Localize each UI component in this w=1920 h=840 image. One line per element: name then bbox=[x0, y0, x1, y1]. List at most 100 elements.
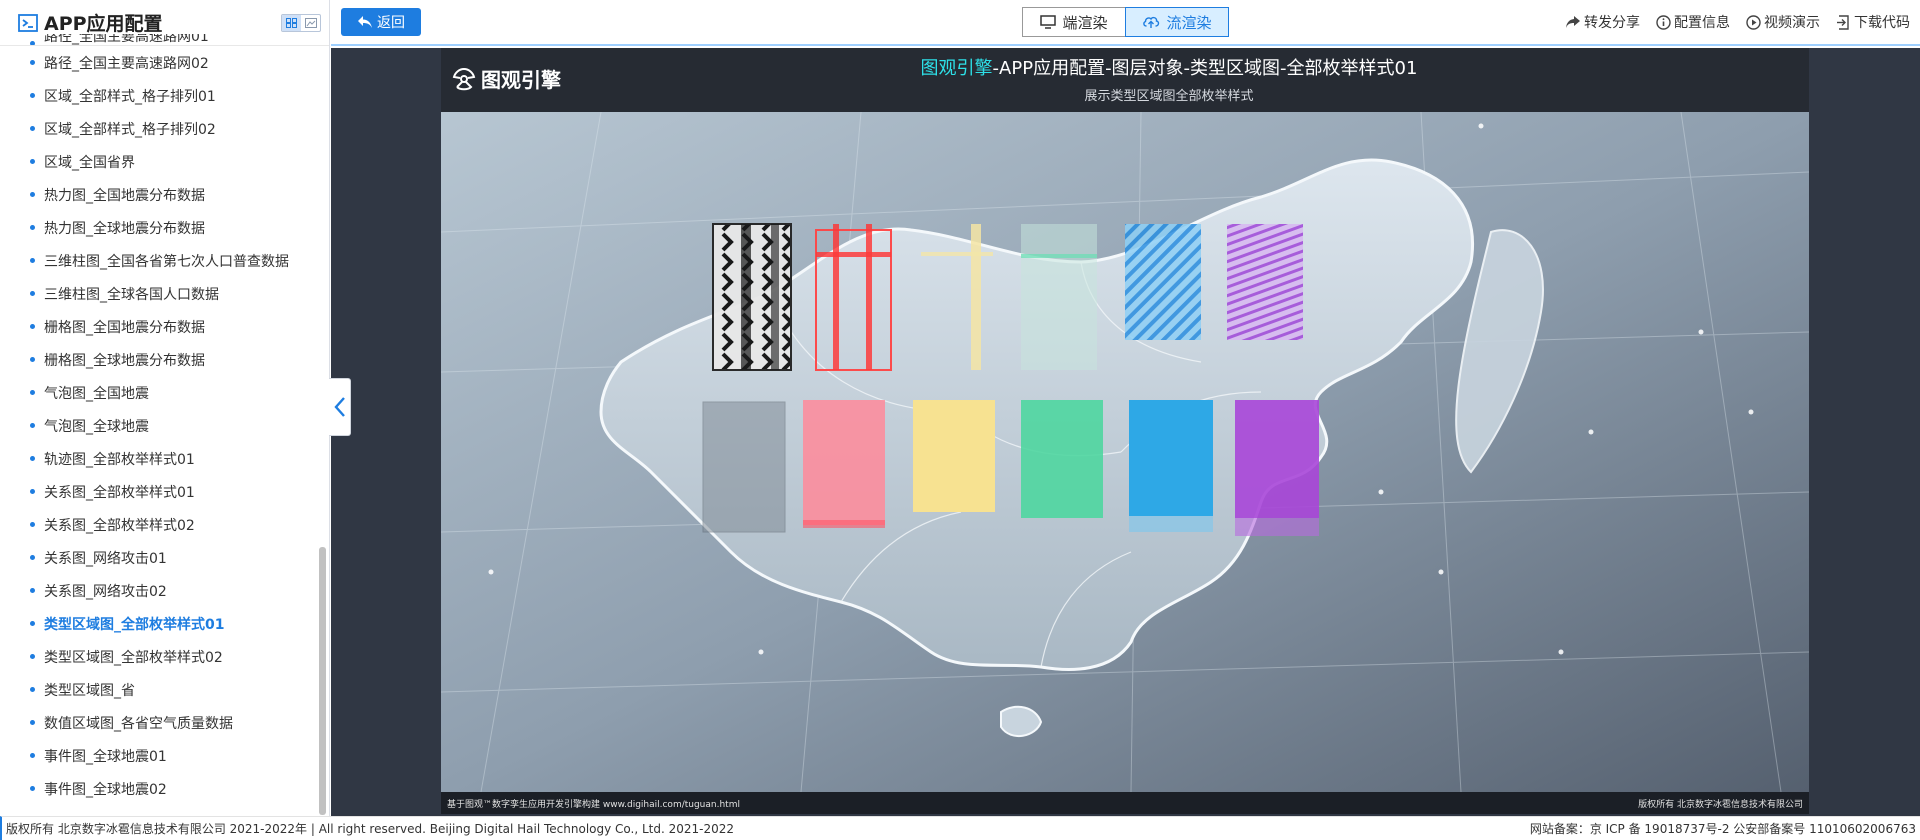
sidebar-item-label: 类型区域图_省 bbox=[44, 682, 135, 699]
scene-subtitle: 展示类型区域图全部枚举样式 bbox=[1084, 89, 1254, 104]
scene-footer: 基于图观™数字孪生应用开发引擎构建 www.digihail.com/tugua… bbox=[441, 792, 1809, 814]
sidebar-item-label: 栅格图_全球地震分布数据 bbox=[44, 352, 205, 369]
sidebar-item[interactable]: 气泡图_全国地震 bbox=[0, 376, 329, 409]
icp-record-text: 网站备案：京 ICP 备 19018737号-2 公安部备案号 11010602… bbox=[1529, 822, 1916, 836]
share-button[interactable]: 转发分享 bbox=[1565, 12, 1640, 32]
sidebar-item-label: 关系图_网络攻击02 bbox=[44, 583, 167, 600]
bullet-dot bbox=[30, 720, 35, 725]
bullet-dot bbox=[30, 126, 35, 131]
sidebar-item[interactable]: 关系图_网络攻击02 bbox=[0, 574, 329, 607]
sidebar-list: 路径_全国主要高速路网01 路径_全国主要高速路网02 区域_全部样式_格子排列0… bbox=[0, 34, 329, 805]
sidebar-item[interactable]: 关系图_全部枚举样式02 bbox=[0, 508, 329, 541]
bullet-dot bbox=[30, 225, 35, 230]
sidebar-item[interactable]: 三维柱图_全球各国人口数据 bbox=[0, 277, 329, 310]
sidebar-item[interactable]: 区域_全部样式_格子排列02 bbox=[0, 112, 329, 145]
sidebar-item[interactable]: 栅格图_全球地震分布数据 bbox=[0, 343, 329, 376]
sidebar-item-label: 热力图_全国地震分布数据 bbox=[44, 187, 205, 204]
sidebar-item[interactable]: 轨迹图_全部枚举样式01 bbox=[0, 442, 329, 475]
client-render-label: 端渲染 bbox=[1062, 13, 1108, 32]
stream-render-label: 流渲染 bbox=[1166, 13, 1212, 32]
sidebar-item-label: 区域_全国省界 bbox=[44, 154, 135, 171]
sidebar-item-label: 数值区域图_各省空气质量数据 bbox=[44, 715, 233, 732]
bullet-dot bbox=[30, 555, 35, 560]
bullet-dot bbox=[30, 654, 35, 659]
sidebar-item-label: 事件图_全球地震01 bbox=[44, 748, 167, 765]
sidebar-item-label: 三维柱图_全国各省第七次人口普查数据 bbox=[44, 253, 289, 270]
bullet-dot bbox=[30, 192, 35, 197]
sidebar-item-label: 类型区域图_全部枚举样式01 bbox=[44, 616, 225, 633]
download-icon bbox=[1837, 14, 1849, 30]
sidebar-item[interactable]: 关系图_全部枚举样式01 bbox=[0, 475, 329, 508]
cloud-upload-icon bbox=[1143, 16, 1160, 28]
sidebar-items: 路径_全国主要高速路网02 区域_全部样式_格子排列01 区域_全部样式_格子排列0… bbox=[0, 46, 329, 805]
sidebar-item-label: 气泡图_全国地震 bbox=[44, 385, 149, 402]
sidebar-item-label: 轨迹图_全部枚举样式01 bbox=[44, 451, 195, 468]
sidebar-item[interactable]: 关系图_网络攻击01 bbox=[0, 541, 329, 574]
sidebar-item[interactable]: 类型区域图_全部枚举样式02 bbox=[0, 640, 329, 673]
share-icon bbox=[1566, 16, 1580, 28]
bullet-dot bbox=[30, 60, 35, 65]
client-render-button[interactable]: 端渲染 bbox=[1022, 7, 1126, 37]
sidebar-item[interactable]: 事件图_全球地震02 bbox=[0, 772, 329, 805]
toolbar-tools: 转发分享 配置信息 视频演示 下载代码 bbox=[1565, 0, 1910, 44]
sidebar-item[interactable]: 热力图_全球地震分布数据 bbox=[0, 211, 329, 244]
download-code-button[interactable]: 下载代码 bbox=[1836, 12, 1910, 32]
bullet-dot bbox=[30, 390, 35, 395]
video-demo-button[interactable]: 视频演示 bbox=[1746, 12, 1820, 32]
back-button-label: 返回 bbox=[377, 15, 405, 31]
bullet-dot bbox=[30, 423, 35, 428]
top-toolbar: 返回 端渲染 流渲染 转发分享 配置信息 视频演示 下载代码 bbox=[331, 0, 1920, 46]
sidebar-item[interactable]: 类型区域图_全部枚举样式01 bbox=[0, 607, 329, 640]
sidebar: 路径_全国主要高速路网01 路径_全国主要高速路网02 区域_全部样式_格子排列0… bbox=[0, 0, 330, 816]
sidebar-title: APP应用配置 bbox=[44, 13, 163, 35]
sidebar-item[interactable]: 区域_全部样式_格子排列01 bbox=[0, 79, 329, 112]
config-info-button[interactable]: 配置信息 bbox=[1656, 12, 1730, 32]
sidebar-item[interactable]: 三维柱图_全国各省第七次人口普查数据 bbox=[0, 244, 329, 277]
back-arrow-icon bbox=[358, 16, 372, 28]
bullet-dot bbox=[30, 456, 35, 461]
page-footer: 版权所有 北京数字冰雹信息技术有限公司 2021-2022年 | All rig… bbox=[0, 816, 1920, 840]
sidebar-item[interactable]: 区域_全国省界 bbox=[0, 145, 329, 178]
sidebar-item-label: 栅格图_全国地震分布数据 bbox=[44, 319, 205, 336]
sidebar-header: APP应用配置 bbox=[0, 0, 329, 46]
view-toggle[interactable] bbox=[281, 14, 321, 32]
sidebar-item[interactable]: 热力图_全国地震分布数据 bbox=[0, 178, 329, 211]
config-info-label: 配置信息 bbox=[1674, 15, 1730, 31]
china-map-render bbox=[441, 112, 1809, 792]
sidebar-item[interactable]: 事件图_全球地震01 bbox=[0, 739, 329, 772]
back-button[interactable]: 返回 bbox=[341, 8, 421, 36]
copyright-text: 版权所有 北京数字冰雹信息技术有限公司 2021-2022年 | All rig… bbox=[6, 822, 735, 836]
render-viewport[interactable]: 图观引擎 图观引擎-APP应用配置-图层对象-类型区域图-全部枚举样式01 展示… bbox=[441, 48, 1809, 814]
sidebar-item[interactable]: 气泡图_全球地震 bbox=[0, 409, 329, 442]
bullet-dot bbox=[30, 159, 35, 164]
image-view-icon[interactable] bbox=[301, 15, 320, 31]
bullet-dot bbox=[30, 621, 35, 626]
sidebar-collapse-button[interactable] bbox=[329, 378, 351, 436]
sidebar-item[interactable]: 栅格图_全国地震分布数据 bbox=[0, 310, 329, 343]
monitor-icon bbox=[1040, 15, 1057, 29]
bullet-dot bbox=[30, 786, 35, 791]
sidebar-item[interactable]: 数值区域图_各省空气质量数据 bbox=[0, 706, 329, 739]
video-demo-label: 视频演示 bbox=[1764, 15, 1820, 31]
sidebar-item[interactable]: 路径_全国主要高速路网02 bbox=[0, 46, 329, 79]
scene-footer-right: 版权所有 北京数字冰雹信息技术有限公司 bbox=[1638, 799, 1803, 810]
sidebar-item-label: 气泡图_全球地震 bbox=[44, 418, 149, 435]
render-mode-switch: 端渲染 流渲染 bbox=[1022, 7, 1229, 37]
sidebar-scrollbar[interactable] bbox=[319, 547, 326, 815]
sidebar-item-label: 关系图_网络攻击01 bbox=[44, 550, 167, 567]
sidebar-item-label: 关系图_全部枚举样式02 bbox=[44, 517, 195, 534]
bullet-dot bbox=[30, 93, 35, 98]
sidebar-item-label: 关系图_全部枚举样式01 bbox=[44, 484, 195, 501]
sidebar-item-label: 事件图_全球地震02 bbox=[44, 781, 167, 798]
play-icon bbox=[1746, 14, 1761, 30]
sidebar-item-label: 热力图_全球地震分布数据 bbox=[44, 220, 205, 237]
sidebar-item-label: 类型区域图_全部枚举样式02 bbox=[44, 649, 223, 666]
bullet-dot bbox=[30, 258, 35, 263]
stream-render-button[interactable]: 流渲染 bbox=[1125, 7, 1229, 37]
scene-title: 图观引擎-APP应用配置-图层对象-类型区域图-全部枚举样式01 bbox=[441, 54, 1809, 80]
sidebar-item[interactable]: 类型区域图_省 bbox=[0, 673, 329, 706]
sidebar-item-label: 路径_全国主要高速路网02 bbox=[44, 55, 209, 72]
bullet-dot bbox=[30, 687, 35, 692]
bullet-dot bbox=[30, 753, 35, 758]
grid-view-icon[interactable] bbox=[282, 15, 301, 31]
